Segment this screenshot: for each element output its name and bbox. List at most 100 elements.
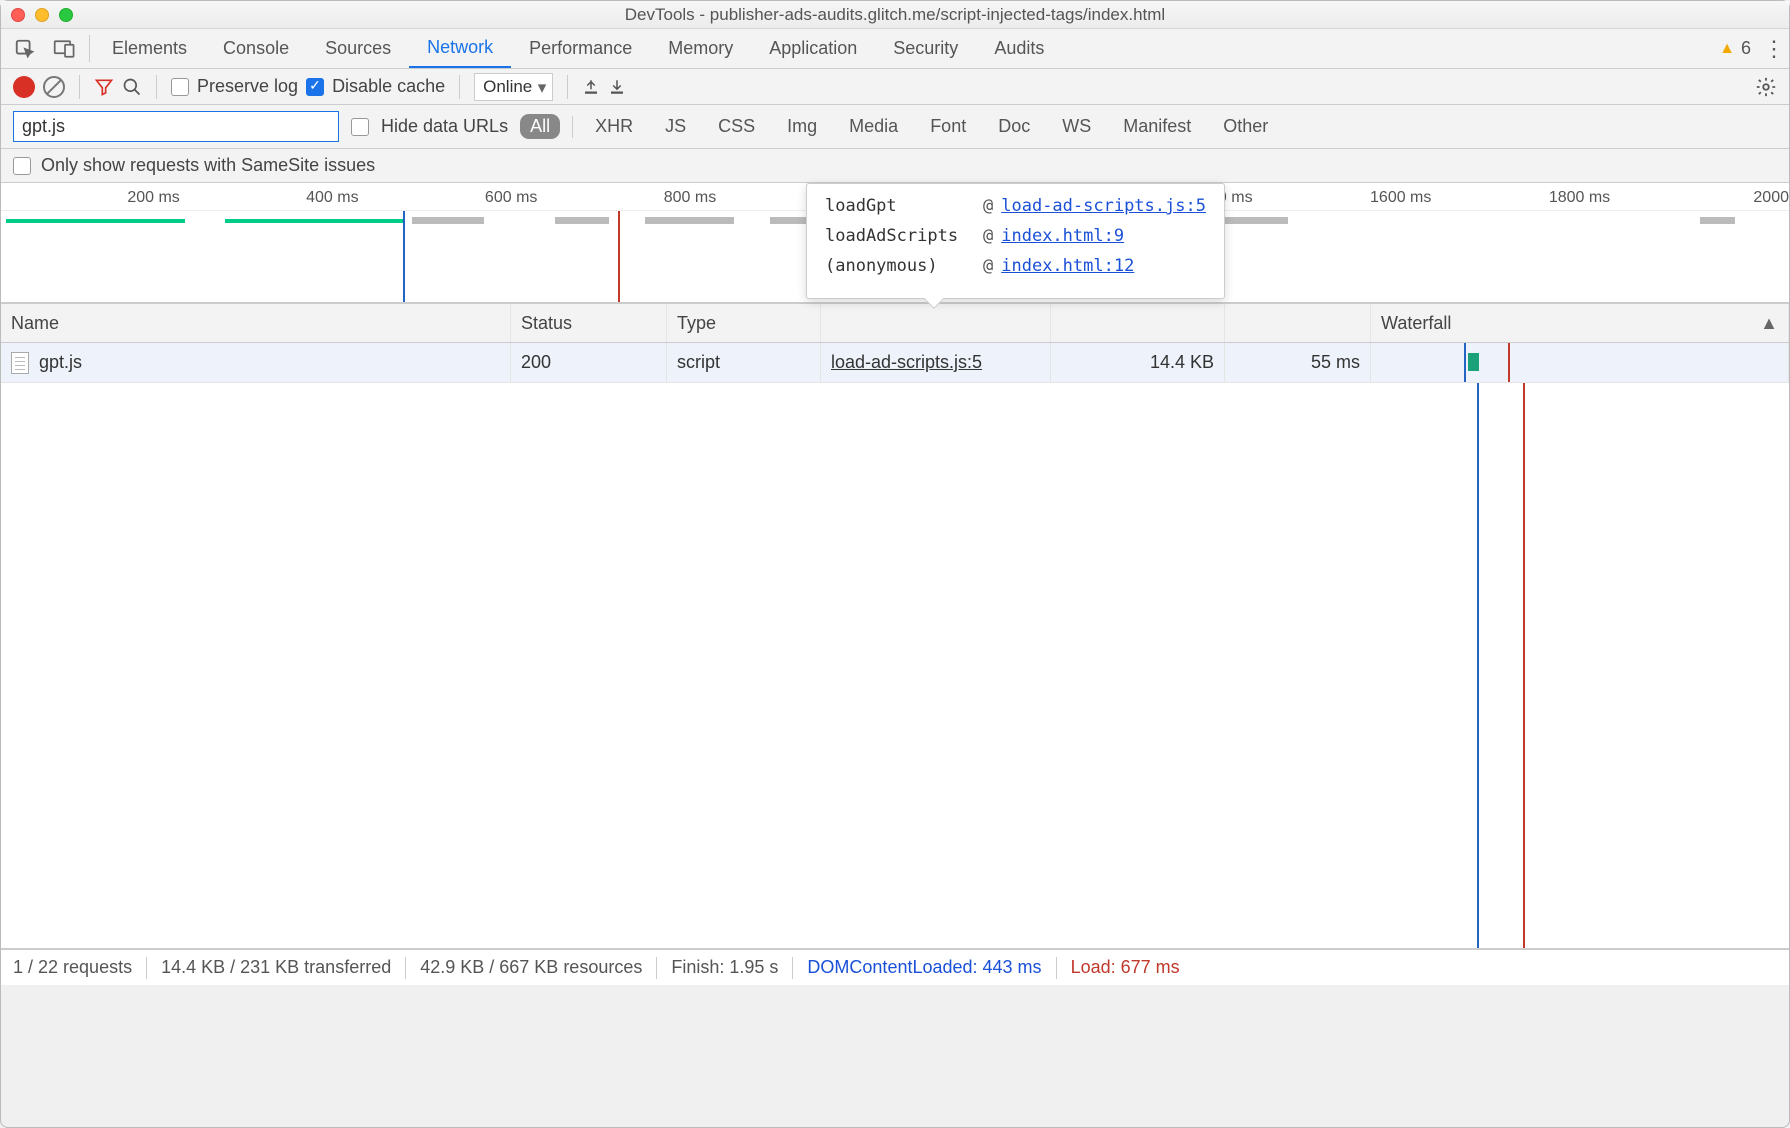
network-toolbar: Preserve log Disable cache Online bbox=[1, 69, 1789, 105]
divider bbox=[567, 75, 568, 99]
device-toolbar-icon[interactable] bbox=[45, 29, 85, 68]
col-time[interactable] bbox=[1225, 304, 1371, 342]
tooltip-row: (anonymous) @ index.html:12 bbox=[825, 256, 1206, 276]
divider bbox=[459, 75, 460, 99]
search-icon[interactable] bbox=[122, 77, 142, 97]
timeline-tick: 2000 bbox=[1753, 189, 1789, 207]
table-row[interactable]: gpt.js 200 script load-ad-scripts.js:5 1… bbox=[1, 343, 1789, 383]
filter-type-other[interactable]: Other bbox=[1213, 114, 1278, 139]
filter-icon[interactable] bbox=[94, 77, 114, 97]
divider bbox=[79, 75, 80, 99]
status-load: Load: 677 ms bbox=[1071, 957, 1180, 978]
col-initiator[interactable] bbox=[821, 304, 1051, 342]
filter-input[interactable] bbox=[13, 111, 339, 142]
close-window-button[interactable] bbox=[11, 8, 25, 22]
tab-performance[interactable]: Performance bbox=[511, 29, 650, 68]
timeline-tick: 1600 ms bbox=[1370, 189, 1431, 207]
samesite-checkbox[interactable] bbox=[13, 157, 31, 175]
cell-name-text: gpt.js bbox=[39, 352, 82, 373]
filter-type-all[interactable]: All bbox=[520, 114, 560, 139]
filter-type-ws[interactable]: WS bbox=[1052, 114, 1101, 139]
clear-button[interactable] bbox=[43, 76, 65, 98]
cell-type: script bbox=[667, 343, 821, 382]
hide-data-urls-label: Hide data URLs bbox=[381, 116, 508, 137]
filter-type-img[interactable]: Img bbox=[777, 114, 827, 139]
tooltip-link[interactable]: index.html:12 bbox=[1001, 256, 1134, 276]
col-waterfall[interactable]: Waterfall ▲ bbox=[1371, 304, 1789, 342]
cell-status: 200 bbox=[511, 343, 667, 382]
timeline-tick: 1800 ms bbox=[1549, 189, 1610, 207]
divider bbox=[146, 957, 147, 979]
filter-type-css[interactable]: CSS bbox=[708, 114, 765, 139]
tab-sources[interactable]: Sources bbox=[307, 29, 409, 68]
tab-network[interactable]: Network bbox=[409, 29, 511, 68]
status-finish: Finish: 1.95 s bbox=[671, 957, 778, 978]
record-button[interactable] bbox=[13, 76, 35, 98]
tab-console[interactable]: Console bbox=[205, 29, 307, 68]
import-har-icon[interactable] bbox=[582, 78, 600, 96]
filter-type-js[interactable]: JS bbox=[655, 114, 696, 139]
table-header: Name Status Type Waterfall ▲ bbox=[1, 303, 1789, 343]
filter-type-doc[interactable]: Doc bbox=[988, 114, 1040, 139]
timeline-tick: 400 ms bbox=[306, 189, 358, 207]
tooltip-row: loadAdScripts @ index.html:9 bbox=[825, 226, 1206, 246]
tab-security[interactable]: Security bbox=[875, 29, 976, 68]
tooltip-link[interactable]: index.html:9 bbox=[1001, 226, 1124, 246]
sort-indicator-icon: ▲ bbox=[1760, 313, 1778, 334]
window-titlebar: DevTools - publisher-ads-audits.glitch.m… bbox=[1, 1, 1789, 29]
divider bbox=[405, 957, 406, 979]
status-bar: 1 / 22 requests 14.4 KB / 231 KB transfe… bbox=[1, 949, 1789, 985]
col-size[interactable] bbox=[1051, 304, 1225, 342]
cell-size: 14.4 KB bbox=[1051, 343, 1225, 382]
tooltip-link[interactable]: load-ad-scripts.js:5 bbox=[1001, 196, 1206, 216]
filter-type-media[interactable]: Media bbox=[839, 114, 908, 139]
hide-data-urls-checkbox[interactable] bbox=[351, 118, 369, 136]
tab-elements[interactable]: Elements bbox=[94, 29, 205, 68]
timeline-tick: 800 ms bbox=[664, 189, 716, 207]
disable-cache-label: Disable cache bbox=[332, 76, 445, 97]
warning-icon: ▲ bbox=[1719, 40, 1735, 58]
table-empty-area bbox=[1, 383, 1789, 948]
cell-initiator[interactable]: load-ad-scripts.js:5 bbox=[821, 343, 1051, 382]
filter-type-font[interactable]: Font bbox=[920, 114, 976, 139]
divider bbox=[572, 116, 573, 138]
divider bbox=[89, 35, 90, 62]
settings-icon[interactable] bbox=[1755, 76, 1777, 98]
cell-waterfall bbox=[1371, 343, 1789, 382]
divider bbox=[1056, 957, 1057, 979]
col-status[interactable]: Status bbox=[511, 304, 667, 342]
cell-name: gpt.js bbox=[1, 343, 511, 382]
status-transferred: 14.4 KB / 231 KB transferred bbox=[161, 957, 391, 978]
inspect-element-icon[interactable] bbox=[5, 29, 45, 68]
tab-application[interactable]: Application bbox=[751, 29, 875, 68]
export-har-icon[interactable] bbox=[608, 78, 626, 96]
col-name[interactable]: Name bbox=[1, 304, 511, 342]
more-menu-icon[interactable]: ⋮ bbox=[1759, 29, 1789, 68]
timeline-tick: 600 ms bbox=[485, 189, 537, 207]
filter-type-xhr[interactable]: XHR bbox=[585, 114, 643, 139]
throttling-select[interactable]: Online bbox=[474, 73, 553, 101]
col-type[interactable]: Type bbox=[667, 304, 821, 342]
network-table: Name Status Type Waterfall ▲ gpt.js 200 s… bbox=[1, 303, 1789, 949]
tooltip-fn: loadGpt bbox=[825, 196, 975, 216]
filter-type-manifest[interactable]: Manifest bbox=[1113, 114, 1201, 139]
traffic-lights bbox=[11, 8, 73, 22]
status-resources: 42.9 KB / 667 KB resources bbox=[420, 957, 642, 978]
filter-row: Hide data URLs All XHR JS CSS Img Media … bbox=[1, 105, 1789, 149]
disable-cache-checkbox[interactable] bbox=[306, 78, 324, 96]
divider bbox=[792, 957, 793, 979]
tab-memory[interactable]: Memory bbox=[650, 29, 751, 68]
throttling-value: Online bbox=[483, 77, 532, 96]
main-tabs: Elements Console Sources Network Perform… bbox=[1, 29, 1789, 69]
preserve-log-label: Preserve log bbox=[197, 76, 298, 97]
col-waterfall-label: Waterfall bbox=[1381, 313, 1451, 334]
tab-audits[interactable]: Audits bbox=[976, 29, 1062, 68]
minimize-window-button[interactable] bbox=[35, 8, 49, 22]
tooltip-fn: loadAdScripts bbox=[825, 226, 975, 246]
zoom-window-button[interactable] bbox=[59, 8, 73, 22]
cell-initiator-link[interactable]: load-ad-scripts.js:5 bbox=[831, 352, 982, 373]
warnings-indicator[interactable]: ▲ 6 bbox=[1711, 29, 1759, 68]
samesite-label: Only show requests with SameSite issues bbox=[41, 155, 375, 176]
filter-row-2: Only show requests with SameSite issues bbox=[1, 149, 1789, 183]
preserve-log-checkbox[interactable] bbox=[171, 78, 189, 96]
